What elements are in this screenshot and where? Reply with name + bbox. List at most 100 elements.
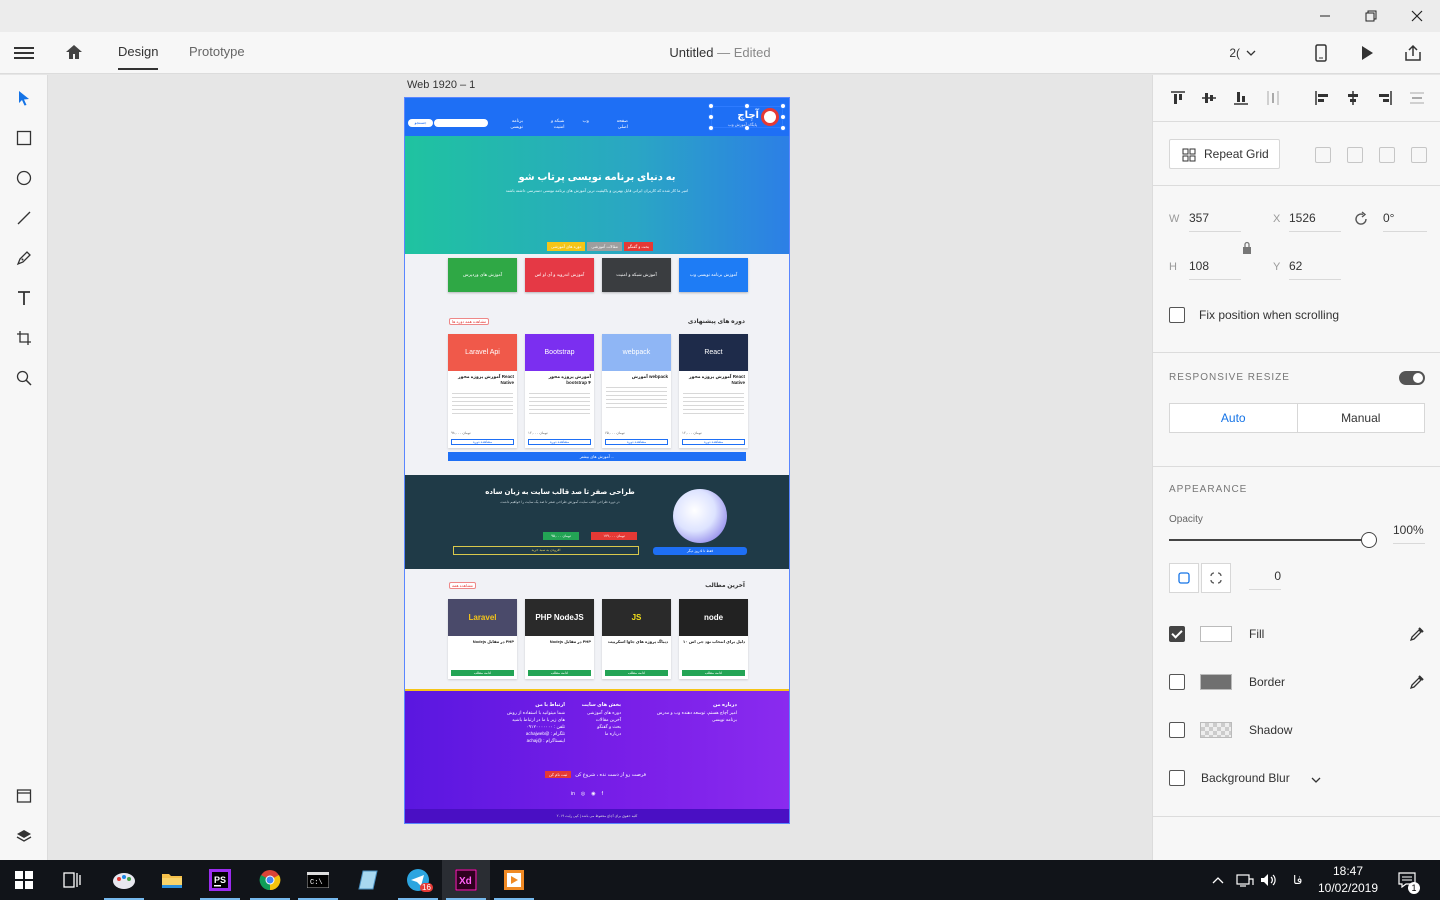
eyedropper-icon[interactable] xyxy=(1409,626,1425,642)
notification-center[interactable]: 1 xyxy=(1398,860,1420,900)
line-tool-icon[interactable] xyxy=(12,206,36,230)
opacity-slider[interactable] xyxy=(1169,539,1369,541)
hero-button[interactable]: دوره های آموزشی xyxy=(547,242,586,251)
align-center-icon[interactable] xyxy=(1344,89,1362,107)
terminal-app[interactable]: C:\ xyxy=(294,860,342,900)
footer-cta-button[interactable]: ثبت نام کن xyxy=(545,771,572,778)
hero-button[interactable]: بحث و گفتگو xyxy=(623,242,654,251)
category-card[interactable]: آموزش شبکه و امنیت xyxy=(602,258,671,292)
artboard-label[interactable]: Web 1920 – 1 xyxy=(407,79,475,91)
task-view-button[interactable] xyxy=(48,860,96,900)
corner-radius-all-button[interactable] xyxy=(1169,563,1199,593)
background-blur-checkbox[interactable] xyxy=(1169,770,1185,786)
hero-button[interactable]: مقالات آموزشی xyxy=(587,242,622,251)
shadow-checkbox[interactable] xyxy=(1169,722,1185,738)
rectangle-tool-icon[interactable] xyxy=(12,126,36,150)
resize-handle[interactable] xyxy=(708,125,714,131)
corner-radius-field[interactable]: 0 xyxy=(1249,569,1281,590)
ellipse-tool-icon[interactable] xyxy=(12,166,36,190)
boolean-add-icon[interactable] xyxy=(1315,147,1331,163)
corner-radius-each-button[interactable] xyxy=(1201,563,1231,593)
posts-tag[interactable]: مشاهده همه xyxy=(449,582,476,589)
category-card[interactable]: آموزش های وردپرس xyxy=(448,258,517,292)
device-preview-icon[interactable] xyxy=(1310,42,1332,64)
fill-color-swatch[interactable] xyxy=(1200,626,1232,642)
minimize-button[interactable] xyxy=(1302,0,1348,32)
adobe-xd-app[interactable]: Xd xyxy=(442,860,490,900)
distribute-vertical-icon[interactable] xyxy=(1264,89,1282,107)
boolean-exclude-icon[interactable] xyxy=(1411,147,1427,163)
rotation-field[interactable]: 0° xyxy=(1383,211,1427,232)
resize-handle[interactable] xyxy=(708,114,714,120)
course-card[interactable]: Laravel Api آموزش پروژه محور React Native… xyxy=(448,334,517,448)
boolean-subtract-icon[interactable] xyxy=(1347,147,1363,163)
opacity-field[interactable]: 100% xyxy=(1393,523,1425,544)
file-explorer-app[interactable] xyxy=(148,860,196,900)
footer-link[interactable]: آخرین مقالات xyxy=(596,717,621,722)
align-bottom-icon[interactable] xyxy=(1232,89,1250,107)
course-card[interactable]: Bootstrap آموزش پروژه محور bootstrap ۴ ۱۲,… xyxy=(525,334,594,448)
post-card[interactable]: JS دیباگ پروژه های جاوا اسکریپت ادامه مطلب xyxy=(602,599,671,679)
course-button[interactable]: مشاهده دوره xyxy=(682,439,745,445)
chevron-down-icon[interactable] xyxy=(1311,774,1321,788)
category-card[interactable]: آموزش برنامه نویسی وب xyxy=(679,258,748,292)
linkedin-icon[interactable]: in xyxy=(571,791,575,797)
close-button[interactable] xyxy=(1394,0,1440,32)
text-tool-icon[interactable] xyxy=(12,286,36,310)
post-button[interactable]: ادامه مطلب xyxy=(682,670,745,676)
resize-handle[interactable] xyxy=(780,103,786,109)
footer-link[interactable]: درباره ما xyxy=(605,731,621,736)
border-checkbox[interactable] xyxy=(1169,674,1185,690)
telegram-icon[interactable]: ◉ xyxy=(591,791,595,797)
artboard-tool-icon[interactable] xyxy=(12,326,36,350)
phpstorm-app[interactable]: PS xyxy=(196,860,244,900)
course-button[interactable]: مشاهده دوره xyxy=(528,439,591,445)
course-card[interactable]: React آموزش پروژه محور React Native ۱۲,۰۰۰… xyxy=(679,334,748,448)
telegram-app[interactable]: 16 xyxy=(394,860,442,900)
fix-position-checkbox[interactable] xyxy=(1169,307,1185,323)
lock-aspect-icon[interactable] xyxy=(1242,241,1252,258)
start-button[interactable] xyxy=(0,860,48,900)
paint-app[interactable] xyxy=(100,860,148,900)
course-card[interactable]: webpack آموزش webpack ۶۵,۰۰۰ تومان مشاهده د… xyxy=(602,334,671,448)
y-field[interactable]: 62 xyxy=(1289,259,1341,280)
resize-handle[interactable] xyxy=(744,103,750,109)
courses-tag[interactable]: مشاهده همه دوره ها xyxy=(449,318,490,325)
manual-option[interactable]: Manual xyxy=(1298,404,1425,432)
post-card[interactable]: PHP NodeJS Nodejs در مقابل PHP ادامه مطلب xyxy=(525,599,594,679)
tab-prototype[interactable]: Prototype xyxy=(189,44,245,59)
restore-button[interactable] xyxy=(1348,0,1394,32)
input-language[interactable]: فا xyxy=(1293,860,1302,900)
footer-link[interactable]: بحث و گفتگو xyxy=(597,724,621,729)
site-nav-link[interactable]: برنامه نویسی xyxy=(500,118,523,130)
resize-handle[interactable] xyxy=(780,125,786,131)
repeat-grid-button[interactable]: Repeat Grid xyxy=(1169,139,1280,169)
responsive-resize-toggle[interactable] xyxy=(1399,371,1425,385)
align-top-icon[interactable] xyxy=(1169,89,1187,107)
instagram-icon[interactable]: ◎ xyxy=(581,791,585,797)
zoom-tool-icon[interactable] xyxy=(12,366,36,390)
facebook-icon[interactable]: f xyxy=(602,791,603,797)
hamburger-menu-icon[interactable] xyxy=(14,44,34,62)
eyedropper-icon[interactable] xyxy=(1409,674,1425,690)
artboard[interactable]: جستجو صفحه اصلی وب شبکه و امنیت برنامه ن… xyxy=(404,97,790,824)
opacity-slider-knob[interactable] xyxy=(1361,532,1377,548)
assets-panel-icon[interactable] xyxy=(12,784,36,808)
x-field[interactable]: 1526 xyxy=(1289,211,1341,232)
media-player-app[interactable] xyxy=(490,860,538,900)
course-button[interactable]: مشاهده دوره xyxy=(451,439,514,445)
taskbar-clock[interactable]: 18:47 10/02/2019 xyxy=(1316,863,1380,897)
footer-link[interactable]: دوره های آموزشی xyxy=(587,710,621,715)
chrome-app[interactable] xyxy=(246,860,294,900)
post-card[interactable]: Laravel Nodejs در مقابل PHP ادامه مطلب xyxy=(448,599,517,679)
post-button[interactable]: ادامه مطلب xyxy=(605,670,668,676)
align-left-icon[interactable] xyxy=(1313,89,1331,107)
fill-checkbox[interactable] xyxy=(1169,626,1185,642)
height-field[interactable]: 108 xyxy=(1189,259,1241,280)
site-nav-link[interactable]: وب xyxy=(582,118,588,130)
pen-tool-icon[interactable] xyxy=(12,246,36,270)
site-header[interactable]: جستجو صفحه اصلی وب شبکه و امنیت برنامه ن… xyxy=(405,98,789,136)
home-icon[interactable] xyxy=(64,42,88,64)
share-icon[interactable] xyxy=(1402,42,1424,64)
category-card[interactable]: آموزش اندروید و آی او اس xyxy=(525,258,594,292)
